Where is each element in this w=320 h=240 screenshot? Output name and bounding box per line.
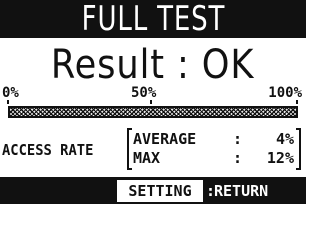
scale-ticks: [7, 100, 298, 104]
return-label: RETURN: [214, 182, 269, 200]
right-bracket: [296, 128, 301, 170]
progress-bar: [8, 106, 298, 118]
max-row: MAX : 12%: [133, 149, 295, 168]
title-bar: FULL TEST: [0, 0, 306, 38]
left-bracket: [127, 128, 132, 170]
return-separator: :: [206, 182, 216, 200]
average-label: AVERAGE: [133, 130, 197, 148]
setting-button[interactable]: SETTING: [117, 180, 203, 202]
access-rate-label: ACCESS RATE: [2, 141, 94, 159]
progress-fill: [10, 108, 296, 116]
max-separator: :: [233, 149, 243, 167]
scale-label-mid: 50%: [131, 85, 157, 101]
average-row: AVERAGE : 4%: [133, 130, 295, 149]
average-value: 4%: [275, 130, 294, 148]
lcd-screen: FULL TEST Result : OK 0% 50% 100% ACCESS…: [0, 0, 306, 204]
return-button[interactable]: :RETURN: [206, 180, 302, 202]
max-value: 12%: [266, 149, 294, 167]
scale-label-end: 100%: [268, 85, 302, 101]
screen-title: FULL TEST: [81, 0, 225, 39]
result-line: Result : OK: [0, 42, 306, 88]
result-status: Result : OK: [51, 42, 255, 88]
max-label: MAX: [133, 149, 161, 167]
scale-label-start: 0%: [2, 85, 19, 101]
average-separator: :: [233, 130, 243, 148]
